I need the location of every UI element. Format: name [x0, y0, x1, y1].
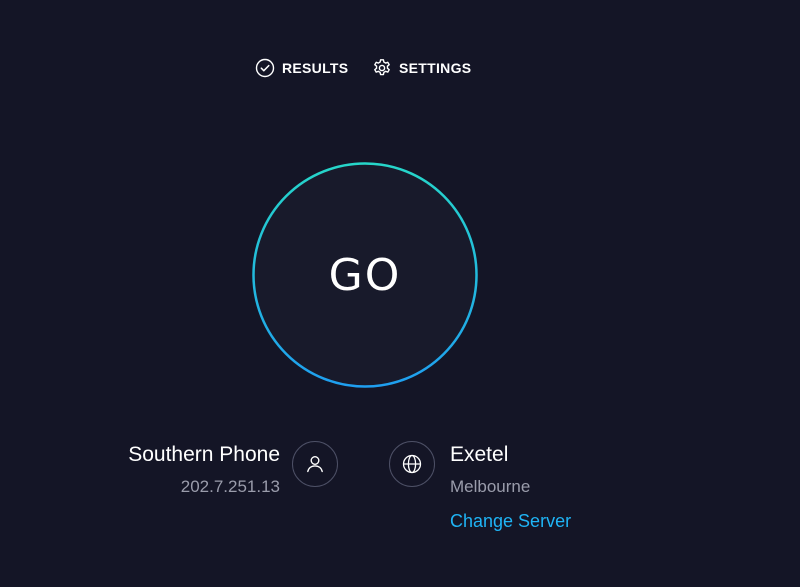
globe-icon [389, 441, 435, 487]
settings-label: SETTINGS [399, 60, 472, 76]
settings-nav-link[interactable]: SETTINGS [372, 56, 471, 80]
change-server-link[interactable]: Change Server [450, 508, 571, 534]
server-info: Exetel Melbourne Change Server [450, 440, 700, 534]
go-label: GO [328, 249, 402, 301]
isp-name: Southern Phone [128, 443, 280, 466]
isp-ip-address: 202.7.251.13 [180, 477, 280, 496]
isp-info: Southern Phone 202.7.251.13 [60, 440, 280, 500]
results-nav-link[interactable]: RESULTS [255, 56, 348, 80]
check-circle-icon [255, 58, 275, 78]
gear-icon [372, 58, 392, 78]
speedtest-page: RESULTS SETTINGS GO Southern Phone 202.7… [0, 0, 800, 587]
server-location: Melbourne [450, 477, 531, 496]
go-button[interactable]: GO [252, 162, 478, 388]
top-nav: RESULTS SETTINGS [0, 56, 800, 80]
user-icon [292, 441, 338, 487]
server-name: Exetel [450, 443, 509, 466]
results-label: RESULTS [282, 60, 349, 76]
